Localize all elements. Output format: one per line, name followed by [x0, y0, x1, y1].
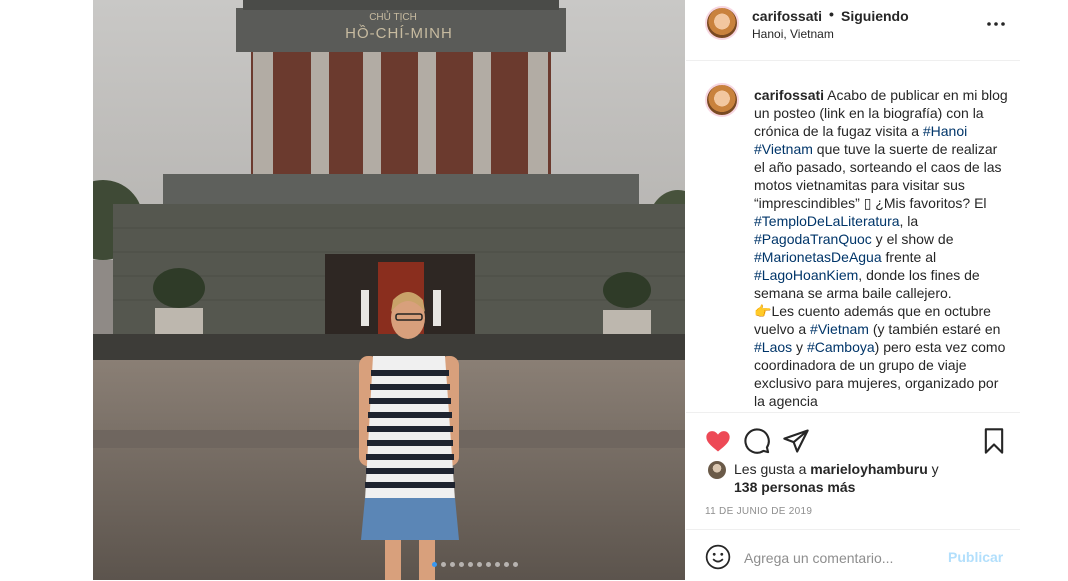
- pointing-emoji: 👉: [754, 303, 772, 319]
- hashtag-link[interactable]: #Hanoi: [923, 123, 967, 139]
- bookmark-icon: [984, 428, 1004, 454]
- comment-button[interactable]: [743, 427, 771, 455]
- likes-summary: Les gusta a marieloyhamburu y: [734, 461, 939, 477]
- carousel-dot: [459, 562, 464, 567]
- post-header: carifossati • Siguiendo Hanoi, Vietnam: [686, 0, 1020, 61]
- carousel-dot: [450, 562, 455, 567]
- hashtag-link[interactable]: #Vietnam: [754, 141, 813, 157]
- emoji-button[interactable]: [705, 544, 731, 570]
- header-separator: •: [829, 6, 834, 22]
- share-icon: [783, 429, 809, 453]
- mausoleum-photo: CHỦ TỊCH HỒ-CHÍ-MINH: [93, 0, 685, 580]
- caption-area: carifossati Acabo de publicar en mi blog…: [686, 61, 1020, 411]
- comment-input[interactable]: [742, 544, 936, 572]
- header-username[interactable]: carifossati: [752, 8, 822, 24]
- post-actions: Les gusta a marieloyhamburu y 138 person…: [686, 412, 1020, 517]
- caption-avatar[interactable]: [705, 83, 739, 117]
- carousel-dot: [441, 562, 446, 567]
- post-side-panel: carifossati • Siguiendo Hanoi, Vietnam c…: [686, 0, 1020, 580]
- hashtag-link[interactable]: #Laos: [754, 339, 792, 355]
- emoji-icon: [705, 544, 731, 570]
- hashtag-link[interactable]: #Camboya: [807, 339, 875, 355]
- likes-prefix: Les gusta a: [734, 461, 811, 477]
- liker-avatar[interactable]: [708, 461, 726, 479]
- save-button[interactable]: [980, 427, 1008, 455]
- hashtag-link[interactable]: #MarionetasDeAgua: [754, 249, 882, 265]
- carousel-dot: [504, 562, 509, 567]
- location-link[interactable]: Hanoi, Vietnam: [752, 27, 834, 41]
- liker-username[interactable]: marieloyhamburu: [810, 461, 927, 477]
- comment-icon: [744, 428, 770, 454]
- post-photo[interactable]: CHỦ TỊCH HỒ-CHÍ-MINH: [93, 0, 685, 580]
- carousel-dot: [495, 562, 500, 567]
- carousel-dot: [468, 562, 473, 567]
- post-date: 11 DE JUNIO DE 2019: [705, 506, 813, 517]
- caption-username[interactable]: carifossati: [754, 87, 824, 103]
- share-button[interactable]: [782, 427, 810, 455]
- caption-segment: (y también estaré en: [868, 321, 1001, 337]
- caption-segment: , la: [899, 213, 919, 229]
- caption-segment: y: [792, 339, 807, 355]
- hashtag-link[interactable]: #PagodaTranQuoc: [754, 231, 872, 247]
- caption-text: carifossati Acabo de publicar en mi blog…: [754, 86, 1010, 410]
- caption-segment: frente al: [881, 249, 937, 265]
- avatar[interactable]: [705, 6, 739, 40]
- publish-button[interactable]: Publicar: [948, 549, 1003, 565]
- likes-conjunction: y: [927, 461, 939, 477]
- follow-status-button[interactable]: Siguiendo: [841, 8, 909, 24]
- photo-sign-line2: HỒ-CHÍ-MINH: [345, 24, 453, 42]
- comment-bar: Publicar: [686, 529, 1020, 581]
- more-icon: [987, 22, 1005, 26]
- hashtag-link[interactable]: #LagoHoanKiem: [754, 267, 858, 283]
- hashtag-link[interactable]: #Vietnam: [810, 321, 869, 337]
- carousel-dot: [486, 562, 491, 567]
- photo-sign-line1: CHỦ TỊCH: [369, 10, 417, 23]
- heart-icon: [706, 431, 730, 452]
- caption-segment: y el show de: [871, 231, 954, 247]
- carousel-dot: [432, 562, 437, 567]
- carousel-dot: [513, 562, 518, 567]
- carousel-dot: [477, 562, 482, 567]
- more-options-button[interactable]: [986, 14, 1006, 34]
- hashtag-link[interactable]: #TemploDeLaLiteratura: [754, 213, 900, 229]
- carousel-indicator: [432, 562, 518, 567]
- like-button[interactable]: [704, 427, 732, 455]
- likes-others-link[interactable]: 138 personas más: [734, 479, 855, 495]
